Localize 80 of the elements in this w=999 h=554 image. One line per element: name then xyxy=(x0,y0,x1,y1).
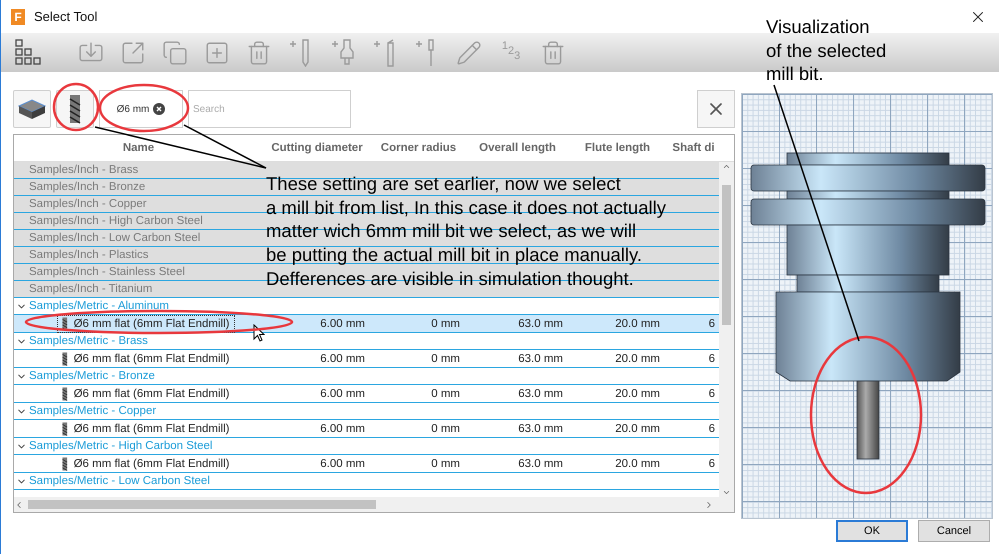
table-cell-text: 63.0 mm xyxy=(517,458,564,470)
tool-row[interactable]: Ø6 mm flat (6mm Flat Endmill) 6.00 mm 0 mm 63.0 mm 20.0 mm 6 xyxy=(14,315,720,333)
tool-row[interactable]: Ø6 mm flat (6mm Flat Endmill) 6.00 mm 0 mm 63.0 mm 20.0 mm 6 xyxy=(14,420,720,438)
end-mill-icon xyxy=(62,316,68,330)
column-header[interactable]: Flute length xyxy=(569,135,666,161)
table-cell-text: 20.0 mm xyxy=(614,388,661,400)
column-header[interactable]: Shaft di xyxy=(666,135,721,161)
clear-icon[interactable] xyxy=(153,103,166,115)
tool-row[interactable]: Ø6 mm flat (6mm Flat Endmill) 6.00 mm 0 mm 63.0 mm 20.0 mm 6 xyxy=(14,350,720,368)
filter-button[interactable] xyxy=(56,90,94,128)
group-name[interactable]: Samples/Inch - Plastics xyxy=(29,249,149,261)
scrollbar-thumb[interactable] xyxy=(722,184,732,324)
group-name[interactable]: Samples/Inch - Low Carbon Steel xyxy=(29,232,200,244)
end-mill-icon xyxy=(62,352,68,366)
app-logo: F xyxy=(11,8,25,24)
group-name[interactable]: Samples/Inch - Bronze xyxy=(29,181,146,193)
table-cell-text: 6.00 mm xyxy=(319,458,366,470)
table-cell-text: 63.0 mm xyxy=(517,422,564,434)
end-mill-icon xyxy=(62,386,68,400)
table-cell-text: 20.0 mm xyxy=(614,458,661,470)
table-cell-text: 6.00 mm xyxy=(319,318,366,330)
group-name[interactable]: Samples/Metric - Low Carbon Steel xyxy=(29,475,210,487)
table-cell-text: 6 xyxy=(708,388,716,400)
table-cell-text: 6.00 mm xyxy=(319,422,366,434)
column-header[interactable]: Corner radius xyxy=(371,135,466,161)
table-cell-text: 6 xyxy=(708,352,716,364)
scroll-down-icon[interactable] xyxy=(722,488,732,497)
table-cell-text: 0 mm xyxy=(430,352,461,364)
table-cell-text: 0 mm xyxy=(430,388,461,400)
group-name[interactable]: Samples/Metric - Brass xyxy=(29,335,148,347)
column-header[interactable]: Overall length xyxy=(466,135,569,161)
table-cell-text: 6 xyxy=(708,318,716,330)
table-cell-text: 0 mm xyxy=(430,318,461,330)
horizontal-scrollbar[interactable] xyxy=(14,497,734,512)
table-cell: Ø6 mm flat (6mm Flat Endmill) xyxy=(74,388,230,400)
tool-row[interactable]: Ø6 mm flat (6mm Flat Endmill) 6.00 mm 0 mm 63.0 mm 20.0 mm 6 xyxy=(14,455,720,473)
search-field[interactable]: Search xyxy=(188,90,351,128)
dialog-button[interactable]: OK xyxy=(836,520,908,542)
grid-icon[interactable] xyxy=(15,38,43,66)
table-cell-text: 63.0 mm xyxy=(517,352,564,364)
table-cell-text: 6 xyxy=(708,422,716,434)
table-cell-text: 6 xyxy=(708,458,716,470)
annotation-text: Visualization of the selected mill bit. xyxy=(766,15,886,86)
scrollbar-thumb[interactable] xyxy=(28,500,376,509)
clear-filter-button[interactable] xyxy=(697,90,735,128)
group-name[interactable]: Samples/Inch - High Carbon Steel xyxy=(29,215,203,227)
table-cell-text: 20.0 mm xyxy=(614,422,661,434)
table-cell-text: 6.00 mm xyxy=(319,388,366,400)
dialog-button[interactable]: Cancel xyxy=(918,520,990,542)
group-name[interactable]: Samples/Inch - Brass xyxy=(29,164,138,176)
group-name[interactable]: Samples/Inch - Stainless Steel xyxy=(29,266,185,278)
table-cell-text: 6.00 mm xyxy=(319,352,366,364)
window-title: Select Tool xyxy=(34,9,98,24)
filter-chip[interactable]: Ø6 mm xyxy=(99,90,183,128)
group-name[interactable]: Samples/Metric - High Carbon Steel xyxy=(29,440,212,452)
column-header[interactable]: Name xyxy=(14,135,263,161)
tool-row[interactable]: Ø6 mm flat (6mm Flat Endmill) 6.00 mm 0 mm 63.0 mm 20.0 mm 6 xyxy=(14,385,720,403)
table-cell: Ø6 mm flat (6mm Flat Endmill) xyxy=(74,318,230,330)
group-name[interactable]: Samples/Metric - Bronze xyxy=(29,370,155,382)
vertical-scrollbar[interactable] xyxy=(719,162,734,497)
table-cell-text: 20.0 mm xyxy=(614,318,661,330)
table-cell: Ø6 mm flat (6mm Flat Endmill) xyxy=(74,352,230,364)
table-cell: Ø6 mm flat (6mm Flat Endmill) xyxy=(74,458,230,470)
group-name[interactable]: Samples/Inch - Titanium xyxy=(29,283,152,295)
filter-button[interactable] xyxy=(13,90,51,128)
table-cell-text: 20.0 mm xyxy=(614,352,661,364)
table-cell-text: 63.0 mm xyxy=(517,388,564,400)
stock-block-icon xyxy=(18,98,46,120)
table-cell-text: 0 mm xyxy=(430,458,461,470)
table-cell-text: 0 mm xyxy=(430,422,461,434)
end-mill-icon xyxy=(62,456,68,470)
group-name[interactable]: Samples/Inch - Copper xyxy=(29,198,147,210)
scroll-up-icon[interactable] xyxy=(722,162,732,171)
group-name[interactable]: Samples/Metric - Copper xyxy=(29,405,156,417)
end-mill-icon xyxy=(69,94,81,124)
end-mill-icon xyxy=(62,422,68,436)
table-cell-text: 63.0 mm xyxy=(517,318,564,330)
table-cell: Ø6 mm flat (6mm Flat Endmill) xyxy=(74,422,230,434)
group-name[interactable]: Samples/Metric - Aluminum xyxy=(29,300,169,312)
column-header[interactable]: Cutting diameter xyxy=(263,135,371,161)
